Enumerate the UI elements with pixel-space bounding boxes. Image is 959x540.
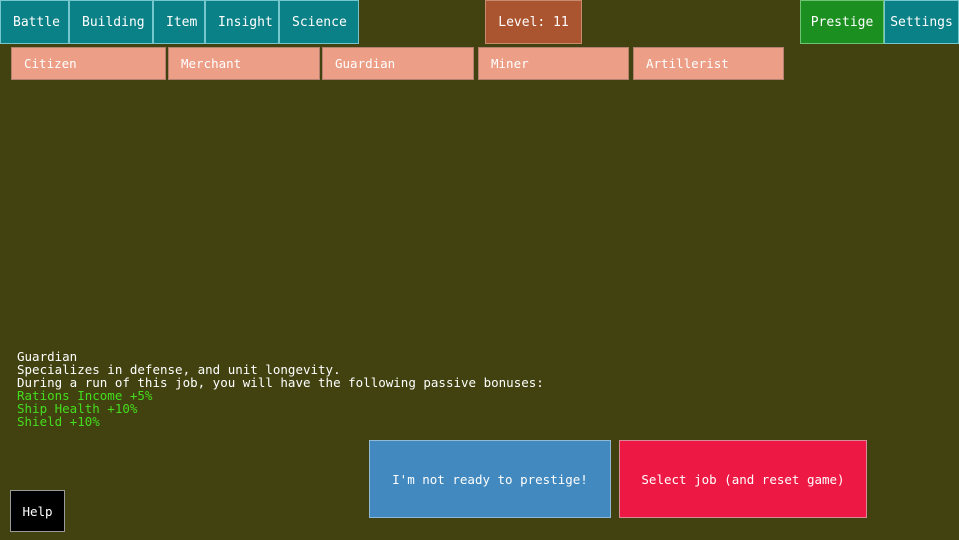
job-button-artillerist[interactable]: Artillerist <box>633 47 784 80</box>
settings-button-label: Settings <box>890 15 953 30</box>
job-description-panel: Guardian Specializes in defense, and uni… <box>17 350 717 428</box>
select-job-and-reset-button[interactable]: Select job (and reset game) <box>619 440 867 518</box>
job-button-merchant[interactable]: Merchant <box>168 47 320 80</box>
help-button[interactable]: Help <box>10 490 65 532</box>
tab-building[interactable]: Building <box>69 0 153 44</box>
job-bonus-item: Shield +10% <box>17 415 717 428</box>
prestige-button-label: Prestige <box>811 15 874 30</box>
tab-battle-label: Battle <box>13 15 60 30</box>
job-button-miner-label: Miner <box>491 56 529 71</box>
job-button-citizen-label: Citizen <box>24 56 77 71</box>
tab-item-label: Item <box>166 15 197 30</box>
level-badge: Level: 11 <box>485 0 582 44</box>
job-button-miner[interactable]: Miner <box>478 47 629 80</box>
tab-item[interactable]: Item <box>153 0 205 44</box>
job-button-artillerist-label: Artillerist <box>646 56 729 71</box>
job-bonus-item: Ship Health +10% <box>17 402 717 415</box>
job-button-citizen[interactable]: Citizen <box>11 47 166 80</box>
tab-science-label: Science <box>292 15 347 30</box>
tab-building-label: Building <box>82 15 145 30</box>
nav-spacer-left <box>359 0 485 44</box>
not-ready-to-prestige-label: I'm not ready to prestige! <box>392 472 588 487</box>
tab-insight-label: Insight <box>218 15 273 30</box>
settings-button[interactable]: Settings <box>884 0 959 44</box>
select-job-and-reset-label: Select job (and reset game) <box>641 472 844 487</box>
help-button-label: Help <box>22 504 52 519</box>
job-selection-row: Citizen Merchant Guardian Miner Artiller… <box>0 47 959 80</box>
job-button-merchant-label: Merchant <box>181 56 241 71</box>
level-badge-label: Level: 11 <box>498 15 568 30</box>
tab-insight[interactable]: Insight <box>205 0 279 44</box>
prestige-screen: { "theme": { "background": "#41420f", "t… <box>0 0 959 540</box>
job-button-guardian[interactable]: Guardian <box>322 47 474 80</box>
nav-spacer-right <box>582 0 800 44</box>
not-ready-to-prestige-button[interactable]: I'm not ready to prestige! <box>369 440 611 518</box>
tab-science[interactable]: Science <box>279 0 359 44</box>
prestige-button[interactable]: Prestige <box>800 0 884 44</box>
top-navigation-bar: Battle Building Item Insight Science Lev… <box>0 0 959 44</box>
job-button-guardian-label: Guardian <box>335 56 395 71</box>
tab-battle[interactable]: Battle <box>0 0 69 44</box>
